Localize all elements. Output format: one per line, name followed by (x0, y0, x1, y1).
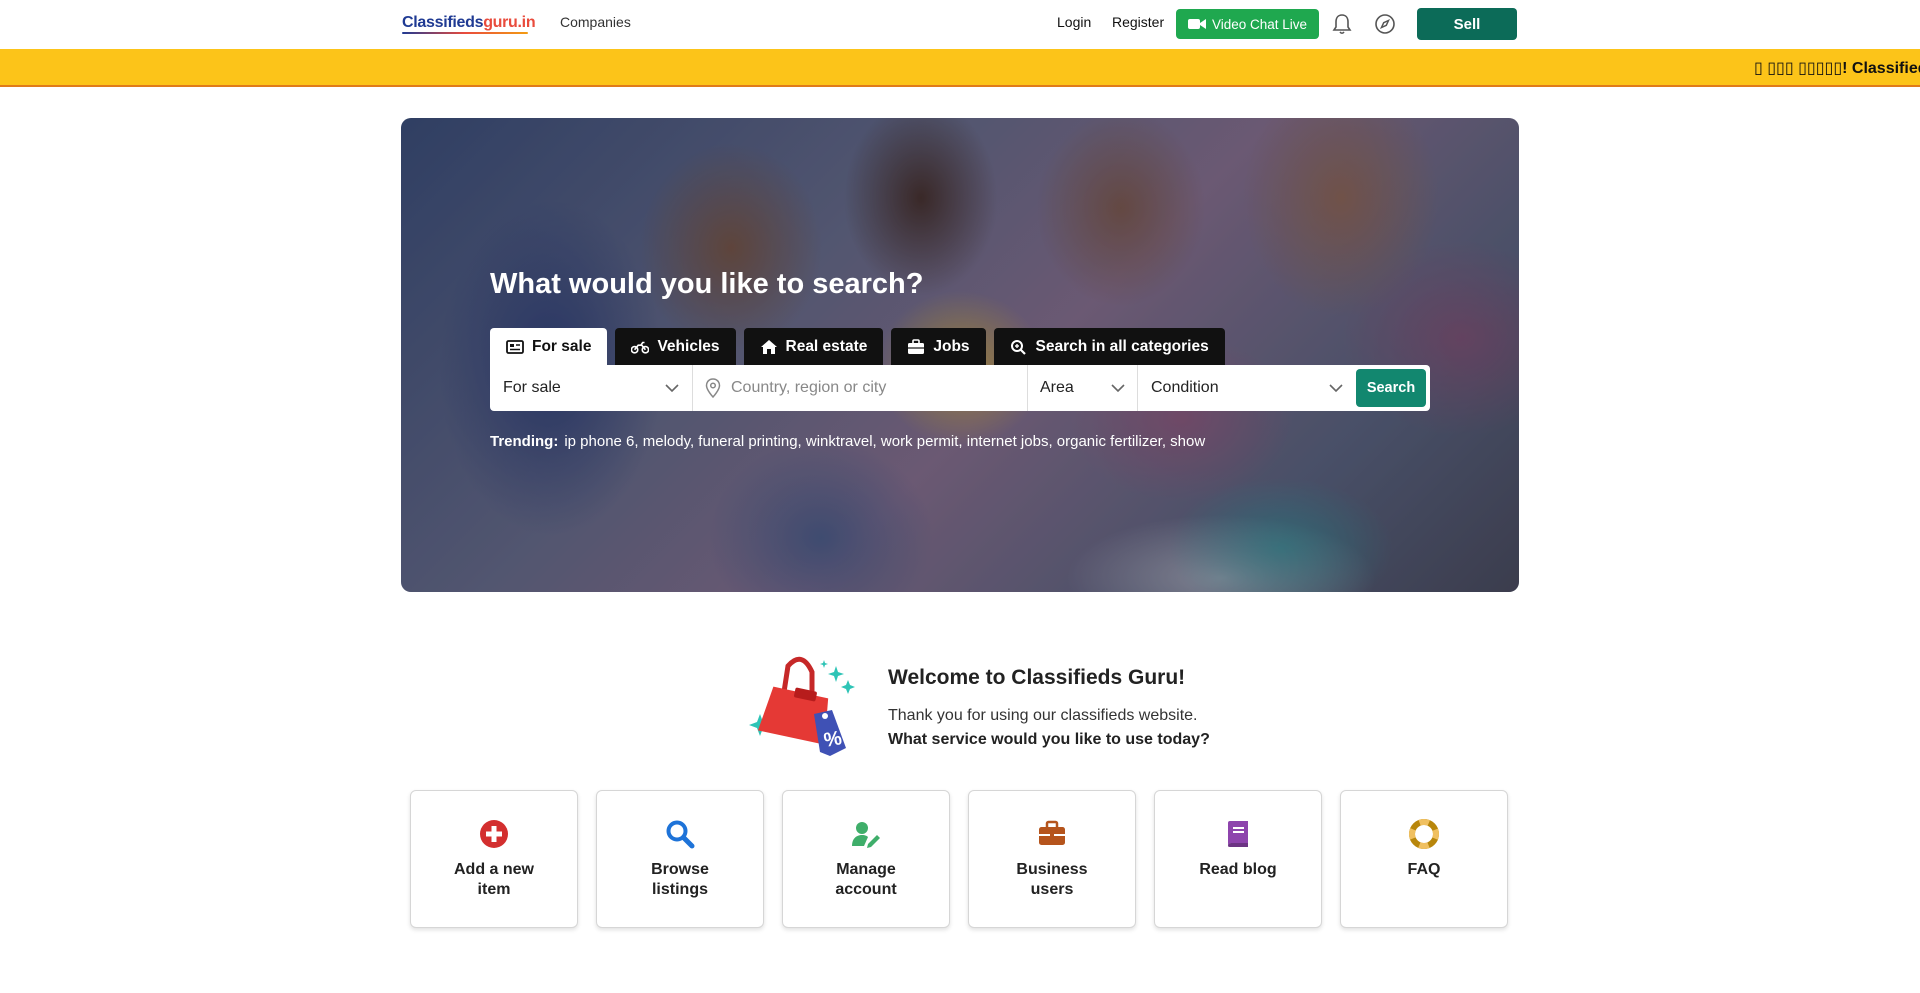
welcome-subtitle: Thank you for using our classifieds webs… (888, 707, 1198, 724)
search-bar: For sale Area Condition Search (490, 365, 1430, 411)
service-cards: Add a new item Browse listings Manage ac… (410, 790, 1508, 928)
service-card-label: Manage account (835, 861, 897, 898)
location-input[interactable] (731, 379, 991, 397)
service-card-label: FAQ (1407, 861, 1441, 878)
area-select-value: Area (1040, 379, 1074, 396)
life-ring-icon (1409, 819, 1439, 849)
newspaper-icon (506, 339, 524, 354)
logo-text-part2: guru.in (483, 14, 536, 31)
motorcycle-icon (631, 341, 650, 354)
tab-real-estate[interactable]: Real estate (743, 328, 884, 365)
tab-for-sale-label: For sale (532, 337, 592, 355)
hero-banner: What would you like to search? For sale … (401, 118, 1519, 592)
top-navigation: Classifiedsguru.in Companies Login Regis… (0, 0, 1920, 48)
search-icon (666, 820, 695, 849)
briefcase-icon (1039, 820, 1065, 845)
welcome-title: Welcome to Classifieds Guru! (888, 666, 1186, 689)
book-icon (1228, 821, 1248, 847)
service-card-read-blog[interactable]: Read blog (1154, 790, 1322, 928)
login-link[interactable]: Login (1057, 14, 1091, 30)
video-chat-live-button[interactable]: Video Chat Live (1176, 9, 1319, 39)
trending-label: Trending: (490, 433, 559, 450)
service-card-label: Business users (1016, 861, 1088, 898)
tab-all-categories-label: Search in all categories (1035, 337, 1209, 355)
shopping-bag-illustration: % (749, 656, 855, 756)
chevron-down-icon (1111, 383, 1125, 392)
tab-jobs[interactable]: Jobs (891, 328, 986, 365)
trending-items[interactable]: ip phone 6, melody, funeral printing, wi… (564, 433, 1205, 450)
condition-select[interactable]: Condition (1138, 365, 1356, 411)
video-camera-icon (1187, 19, 1206, 29)
service-card-add-item[interactable]: Add a new item (410, 790, 578, 928)
sell-button[interactable]: Sell (1417, 8, 1517, 40)
logo-text-part1: Classifieds (402, 14, 484, 31)
tab-jobs-label: Jobs (933, 337, 970, 355)
chevron-down-icon (665, 383, 679, 392)
service-card-label: Add a new item (453, 861, 534, 898)
house-icon (760, 339, 777, 354)
tab-for-sale[interactable]: For sale (490, 328, 608, 365)
chevron-down-icon (1329, 383, 1343, 392)
plus-circle-icon (480, 820, 508, 848)
tab-vehicles[interactable]: Vehicles (615, 328, 736, 365)
site-logo[interactable]: Classifiedsguru.in (402, 14, 536, 34)
tab-vehicles-label: Vehicles (657, 337, 720, 355)
bell-icon[interactable] (1331, 12, 1353, 36)
nav-companies-link[interactable]: Companies (560, 14, 631, 30)
condition-select-value: Condition (1151, 379, 1219, 396)
hero-title: What would you like to search? (490, 268, 924, 300)
video-chat-label: Video Chat Live (1211, 16, 1308, 32)
service-card-label: Browse listings (651, 861, 709, 898)
trending-searches: Trending: ip phone 6, melody, funeral pri… (490, 433, 1205, 450)
ticker-text[interactable]: ▯ ▯▯▯ ▯▯▯▯▯! ClassifiedsG (1754, 58, 1920, 78)
welcome-question: What service would you like to use today… (888, 731, 1210, 748)
compass-icon[interactable] (1374, 12, 1396, 36)
user-edit-icon (852, 822, 880, 848)
area-select[interactable]: Area (1028, 365, 1138, 411)
search-button[interactable]: Search (1356, 369, 1426, 407)
svg-text:%: % (822, 727, 844, 752)
logo-underline (402, 32, 528, 34)
category-select-value: For sale (503, 379, 561, 396)
service-card-label: Read blog (1199, 861, 1277, 878)
service-card-faq[interactable]: FAQ (1340, 790, 1508, 928)
service-card-browse-listings[interactable]: Browse listings (596, 790, 764, 928)
register-link[interactable]: Register (1112, 14, 1164, 30)
announcement-ticker: ▯ ▯▯▯ ▯▯▯▯▯! ClassifiedsG (0, 49, 1920, 87)
category-select[interactable]: For sale (490, 365, 693, 411)
search-icon (1010, 339, 1026, 355)
tab-all-categories[interactable]: Search in all categories (993, 328, 1225, 365)
tab-real-estate-label: Real estate (785, 337, 868, 355)
map-pin-icon (705, 378, 721, 398)
location-field (693, 365, 1028, 411)
service-card-manage-account[interactable]: Manage account (782, 790, 950, 928)
service-card-business-users[interactable]: Business users (968, 790, 1136, 928)
category-tabs: For sale Vehicles Real estate Jobs Searc… (490, 328, 1225, 365)
briefcase-icon (908, 338, 925, 354)
